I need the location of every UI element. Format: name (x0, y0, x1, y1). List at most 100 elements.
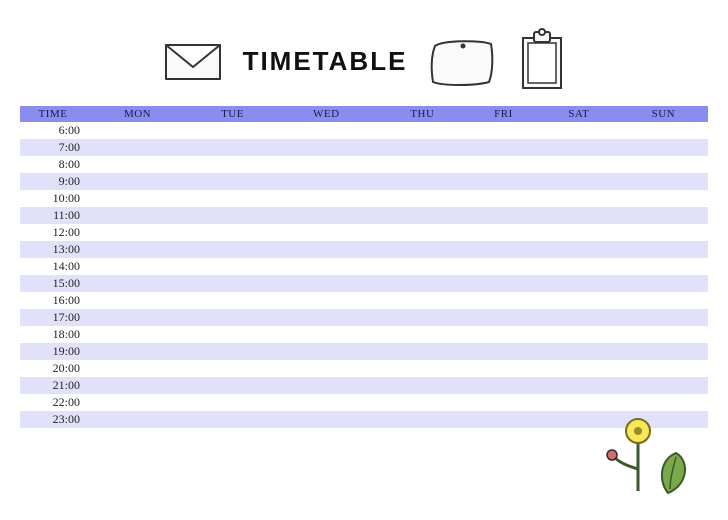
schedule-cell (619, 190, 708, 207)
header: TIMETABLE (0, 0, 728, 106)
schedule-cell (619, 258, 708, 275)
schedule-cell (189, 139, 276, 156)
schedule-cell (276, 394, 377, 411)
schedule-cell (276, 309, 377, 326)
schedule-cell (377, 190, 468, 207)
schedule-cell (377, 394, 468, 411)
table-row: 10:00 (20, 190, 708, 207)
schedule-cell (619, 173, 708, 190)
col-header: SUN (619, 106, 708, 122)
time-cell: 8:00 (20, 156, 86, 173)
schedule-cell (539, 309, 619, 326)
flower-decoration-icon (598, 411, 698, 506)
time-cell: 6:00 (20, 122, 86, 139)
schedule-cell (276, 156, 377, 173)
schedule-cell (276, 258, 377, 275)
page-title: TIMETABLE (243, 46, 408, 77)
time-cell: 20:00 (20, 360, 86, 377)
schedule-cell (189, 258, 276, 275)
schedule-cell (377, 207, 468, 224)
schedule-cell (539, 377, 619, 394)
schedule-cell (539, 360, 619, 377)
schedule-cell (276, 241, 377, 258)
schedule-cell (276, 411, 377, 428)
schedule-cell (377, 343, 468, 360)
schedule-cell (276, 343, 377, 360)
table-row: 14:00 (20, 258, 708, 275)
col-header: TIME (20, 106, 86, 122)
schedule-cell (276, 207, 377, 224)
time-cell: 11:00 (20, 207, 86, 224)
time-cell: 9:00 (20, 173, 86, 190)
schedule-cell (468, 122, 539, 139)
table-row: 15:00 (20, 275, 708, 292)
schedule-cell (468, 241, 539, 258)
schedule-cell (377, 292, 468, 309)
schedule-cell (539, 275, 619, 292)
schedule-cell (539, 326, 619, 343)
time-cell: 21:00 (20, 377, 86, 394)
schedule-cell (377, 258, 468, 275)
schedule-cell (619, 343, 708, 360)
time-cell: 19:00 (20, 343, 86, 360)
schedule-cell (86, 224, 189, 241)
col-header: THU (377, 106, 468, 122)
clipboard-icon (517, 28, 567, 94)
col-header: TUE (189, 106, 276, 122)
schedule-cell (377, 156, 468, 173)
schedule-cell (468, 156, 539, 173)
schedule-cell (468, 173, 539, 190)
schedule-cell (189, 326, 276, 343)
time-cell: 22:00 (20, 394, 86, 411)
schedule-cell (468, 343, 539, 360)
note-icon (425, 32, 499, 90)
schedule-cell (539, 258, 619, 275)
schedule-cell (189, 394, 276, 411)
schedule-cell (86, 139, 189, 156)
schedule-cell (86, 122, 189, 139)
time-cell: 15:00 (20, 275, 86, 292)
schedule-cell (189, 207, 276, 224)
schedule-cell (86, 292, 189, 309)
col-header: FRI (468, 106, 539, 122)
schedule-cell (189, 190, 276, 207)
schedule-cell (377, 377, 468, 394)
table-row: 12:00 (20, 224, 708, 241)
schedule-cell (86, 258, 189, 275)
schedule-cell (377, 224, 468, 241)
schedule-cell (86, 360, 189, 377)
schedule-cell (377, 309, 468, 326)
schedule-cell (276, 190, 377, 207)
schedule-cell (189, 224, 276, 241)
table-row: 11:00 (20, 207, 708, 224)
schedule-cell (468, 309, 539, 326)
schedule-cell (619, 360, 708, 377)
schedule-cell (539, 190, 619, 207)
schedule-cell (468, 224, 539, 241)
envelope-icon (161, 37, 225, 85)
schedule-cell (276, 292, 377, 309)
schedule-cell (619, 241, 708, 258)
schedule-cell (86, 190, 189, 207)
schedule-cell (619, 292, 708, 309)
schedule-cell (86, 207, 189, 224)
time-cell: 13:00 (20, 241, 86, 258)
schedule-cell (539, 224, 619, 241)
schedule-cell (86, 377, 189, 394)
schedule-cell (468, 326, 539, 343)
time-cell: 7:00 (20, 139, 86, 156)
schedule-cell (468, 258, 539, 275)
schedule-cell (377, 360, 468, 377)
table-row: 16:00 (20, 292, 708, 309)
time-cell: 23:00 (20, 411, 86, 428)
schedule-cell (276, 122, 377, 139)
table-row: 18:00 (20, 326, 708, 343)
schedule-cell (539, 156, 619, 173)
table-row: 19:00 (20, 343, 708, 360)
table-row: 9:00 (20, 173, 708, 190)
schedule-cell (619, 139, 708, 156)
schedule-cell (86, 411, 189, 428)
schedule-cell (276, 275, 377, 292)
schedule-cell (189, 292, 276, 309)
schedule-cell (539, 343, 619, 360)
